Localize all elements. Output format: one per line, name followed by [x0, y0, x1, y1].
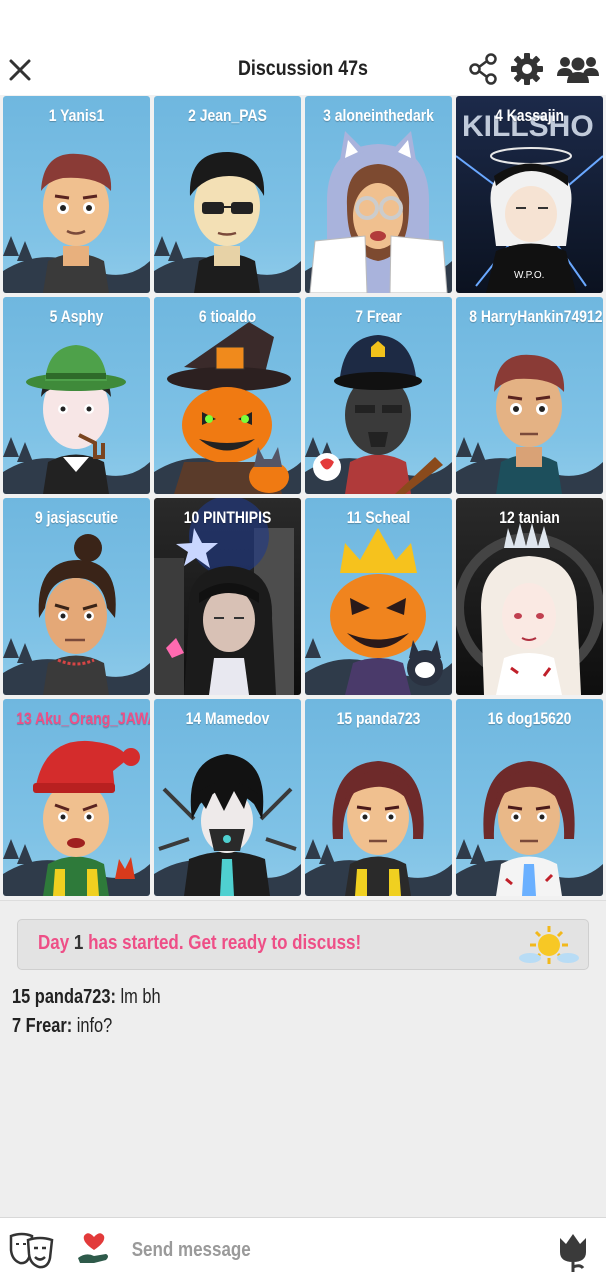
player-name: 10 PINTHIPIS [183, 508, 272, 527]
player-name: 14 Mamedov [185, 709, 270, 728]
message-text: info? [76, 1015, 113, 1037]
player-card-15[interactable]: 15 panda723 [305, 699, 452, 896]
player-card-16[interactable]: 16 dog15620 [456, 699, 603, 896]
player-card-8[interactable]: 8 HarryHankin74912 [456, 297, 603, 494]
player-card-12[interactable]: 12 tanian [456, 498, 603, 695]
player-card-3[interactable]: 3 aloneinthedark [305, 96, 452, 293]
message-input[interactable] [130, 1232, 465, 1268]
player-name: 5 Asphy [49, 307, 104, 326]
player-card-6[interactable]: 6 tioaldo [154, 297, 301, 494]
player-card-1[interactable]: 1 Yanis1 [3, 96, 150, 293]
banner-message: has started. Get ready to discuss! [88, 932, 362, 954]
rose-icon[interactable] [556, 1230, 590, 1272]
sun-cloud-icon [519, 926, 579, 964]
player-card-10[interactable]: 10 PINTHIPIS [154, 498, 301, 695]
player-name: 16 dog15620 [487, 709, 572, 728]
player-name: 11 Scheal [346, 508, 411, 527]
banner-text: Day 1 has started. Get ready to discuss! [38, 932, 361, 955]
theater-mask-icon[interactable] [8, 1230, 56, 1270]
player-name: 1 Yanis1 [48, 106, 105, 125]
day-banner: Day 1 has started. Get ready to discuss! [17, 919, 589, 970]
player-name: 9 jasjascutie [35, 508, 118, 527]
player-name: 15 panda723 [336, 709, 421, 728]
group-icon[interactable] [556, 52, 600, 86]
share-icon[interactable] [468, 52, 498, 86]
player-card-14[interactable]: 14 Mamedov [154, 699, 301, 896]
player-card-7[interactable]: 7 Frear [305, 297, 452, 494]
player-name: 13 Aku_Orang_JAWA [16, 709, 150, 728]
message-sender: 7 Frear: [12, 1015, 73, 1037]
player-card-4[interactable]: KILLSHO W.P.O. 4 Kassajin [456, 96, 603, 293]
player-name: 3 aloneinthedark [323, 106, 434, 125]
player-card-13[interactable]: 13 Aku_Orang_JAWA [3, 699, 150, 896]
player-card-5[interactable]: 5 Asphy [3, 297, 150, 494]
close-icon[interactable] [6, 56, 34, 84]
player-card-2[interactable]: 2 Jean_PAS [154, 96, 301, 293]
message-sender: 15 panda723: [12, 986, 116, 1008]
banner-day-number: 1 [73, 932, 84, 954]
gear-icon[interactable] [510, 52, 544, 86]
top-bar: Discussion 47s [0, 0, 606, 95]
player-name: 7 Frear [355, 307, 402, 326]
message-text: lm bh [120, 986, 161, 1008]
player-name: 6 tioaldo [198, 307, 257, 326]
player-name: 2 Jean_PAS [188, 106, 267, 125]
chat-message: 7 Frear: info? [12, 1015, 112, 1038]
player-name: 8 HarryHankin74912 [469, 307, 603, 326]
heart-hand-icon[interactable] [76, 1230, 112, 1266]
player-card-9[interactable]: 9 jasjascutie [3, 498, 150, 695]
chat-message: 15 panda723: lm bh [12, 986, 161, 1009]
player-name: 12 tanian [499, 508, 560, 527]
svg-text:W.P.O.: W.P.O. [514, 270, 544, 281]
composer-bar [0, 1217, 606, 1281]
player-card-11[interactable]: 11 Scheal [305, 498, 452, 695]
banner-day-word: Day [38, 932, 70, 954]
player-grid: 1 Yanis1 2 Jean_PAS 3 aloneinthedark KIL… [3, 96, 603, 896]
player-name: 4 Kassajin [495, 106, 564, 125]
